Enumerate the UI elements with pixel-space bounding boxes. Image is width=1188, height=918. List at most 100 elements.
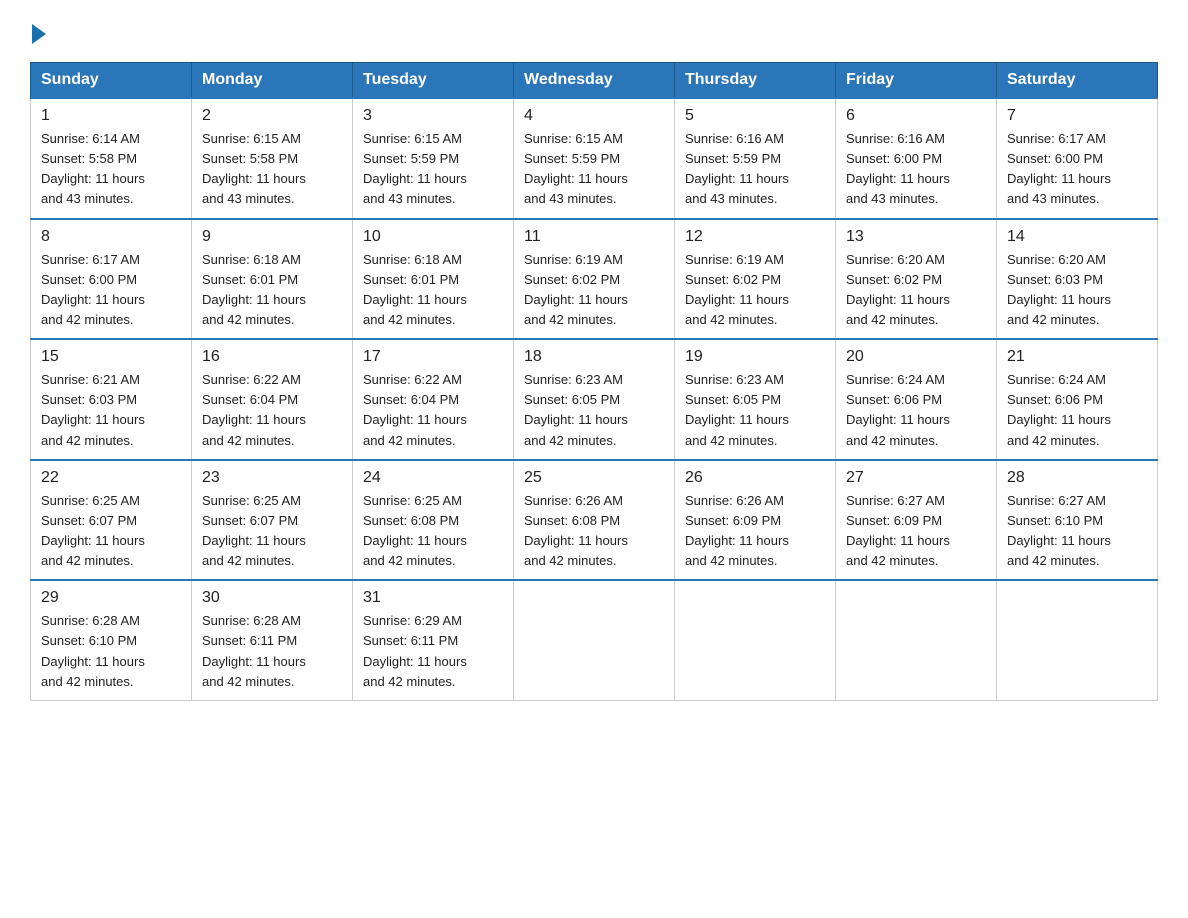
day-number: 19 <box>685 348 825 366</box>
day-info: Sunrise: 6:25 AMSunset: 6:07 PMDaylight:… <box>41 493 145 568</box>
day-number: 29 <box>41 589 181 607</box>
calendar-day-cell: 30 Sunrise: 6:28 AMSunset: 6:11 PMDaylig… <box>192 580 353 700</box>
calendar-day-cell: 10 Sunrise: 6:18 AMSunset: 6:01 PMDaylig… <box>353 219 514 340</box>
calendar-day-cell: 9 Sunrise: 6:18 AMSunset: 6:01 PMDayligh… <box>192 219 353 340</box>
day-info: Sunrise: 6:25 AMSunset: 6:08 PMDaylight:… <box>363 493 467 568</box>
day-number: 7 <box>1007 107 1147 125</box>
weekday-header-cell: Friday <box>836 63 997 99</box>
weekday-header-row: SundayMondayTuesdayWednesdayThursdayFrid… <box>31 63 1158 99</box>
calendar-week-row: 15 Sunrise: 6:21 AMSunset: 6:03 PMDaylig… <box>31 339 1158 460</box>
day-number: 28 <box>1007 469 1147 487</box>
day-number: 2 <box>202 107 342 125</box>
day-info: Sunrise: 6:19 AMSunset: 6:02 PMDaylight:… <box>685 252 789 327</box>
day-info: Sunrise: 6:19 AMSunset: 6:02 PMDaylight:… <box>524 252 628 327</box>
calendar-day-cell: 14 Sunrise: 6:20 AMSunset: 6:03 PMDaylig… <box>997 219 1158 340</box>
day-number: 9 <box>202 228 342 246</box>
calendar-day-cell: 11 Sunrise: 6:19 AMSunset: 6:02 PMDaylig… <box>514 219 675 340</box>
calendar-week-row: 1 Sunrise: 6:14 AMSunset: 5:58 PMDayligh… <box>31 98 1158 219</box>
calendar-day-cell: 15 Sunrise: 6:21 AMSunset: 6:03 PMDaylig… <box>31 339 192 460</box>
logo <box>30 20 46 44</box>
weekday-header-cell: Sunday <box>31 63 192 99</box>
day-info: Sunrise: 6:28 AMSunset: 6:10 PMDaylight:… <box>41 613 145 688</box>
day-info: Sunrise: 6:25 AMSunset: 6:07 PMDaylight:… <box>202 493 306 568</box>
day-number: 17 <box>363 348 503 366</box>
day-info: Sunrise: 6:20 AMSunset: 6:02 PMDaylight:… <box>846 252 950 327</box>
day-info: Sunrise: 6:18 AMSunset: 6:01 PMDaylight:… <box>202 252 306 327</box>
day-number: 10 <box>363 228 503 246</box>
day-info: Sunrise: 6:16 AMSunset: 6:00 PMDaylight:… <box>846 131 950 206</box>
day-number: 27 <box>846 469 986 487</box>
calendar-day-cell: 3 Sunrise: 6:15 AMSunset: 5:59 PMDayligh… <box>353 98 514 219</box>
day-number: 16 <box>202 348 342 366</box>
day-number: 3 <box>363 107 503 125</box>
day-number: 11 <box>524 228 664 246</box>
day-info: Sunrise: 6:23 AMSunset: 6:05 PMDaylight:… <box>524 372 628 447</box>
calendar-day-cell: 17 Sunrise: 6:22 AMSunset: 6:04 PMDaylig… <box>353 339 514 460</box>
day-number: 8 <box>41 228 181 246</box>
day-number: 22 <box>41 469 181 487</box>
calendar-week-row: 8 Sunrise: 6:17 AMSunset: 6:00 PMDayligh… <box>31 219 1158 340</box>
day-number: 1 <box>41 107 181 125</box>
day-info: Sunrise: 6:22 AMSunset: 6:04 PMDaylight:… <box>363 372 467 447</box>
calendar-week-row: 29 Sunrise: 6:28 AMSunset: 6:10 PMDaylig… <box>31 580 1158 700</box>
day-info: Sunrise: 6:26 AMSunset: 6:09 PMDaylight:… <box>685 493 789 568</box>
weekday-header-cell: Tuesday <box>353 63 514 99</box>
calendar-day-cell <box>836 580 997 700</box>
weekday-header-cell: Monday <box>192 63 353 99</box>
calendar-day-cell: 25 Sunrise: 6:26 AMSunset: 6:08 PMDaylig… <box>514 460 675 581</box>
calendar-day-cell: 19 Sunrise: 6:23 AMSunset: 6:05 PMDaylig… <box>675 339 836 460</box>
day-info: Sunrise: 6:27 AMSunset: 6:10 PMDaylight:… <box>1007 493 1111 568</box>
day-number: 18 <box>524 348 664 366</box>
day-info: Sunrise: 6:14 AMSunset: 5:58 PMDaylight:… <box>41 131 145 206</box>
day-number: 24 <box>363 469 503 487</box>
calendar-day-cell <box>997 580 1158 700</box>
day-info: Sunrise: 6:23 AMSunset: 6:05 PMDaylight:… <box>685 372 789 447</box>
calendar-day-cell: 29 Sunrise: 6:28 AMSunset: 6:10 PMDaylig… <box>31 580 192 700</box>
day-info: Sunrise: 6:24 AMSunset: 6:06 PMDaylight:… <box>1007 372 1111 447</box>
day-info: Sunrise: 6:20 AMSunset: 6:03 PMDaylight:… <box>1007 252 1111 327</box>
day-number: 30 <box>202 589 342 607</box>
calendar-day-cell <box>514 580 675 700</box>
calendar-day-cell: 31 Sunrise: 6:29 AMSunset: 6:11 PMDaylig… <box>353 580 514 700</box>
day-info: Sunrise: 6:15 AMSunset: 5:58 PMDaylight:… <box>202 131 306 206</box>
page-header <box>30 20 1158 44</box>
day-number: 25 <box>524 469 664 487</box>
day-info: Sunrise: 6:15 AMSunset: 5:59 PMDaylight:… <box>524 131 628 206</box>
day-info: Sunrise: 6:17 AMSunset: 6:00 PMDaylight:… <box>1007 131 1111 206</box>
logo-arrow-icon <box>32 24 46 44</box>
day-number: 21 <box>1007 348 1147 366</box>
calendar-day-cell: 13 Sunrise: 6:20 AMSunset: 6:02 PMDaylig… <box>836 219 997 340</box>
day-number: 5 <box>685 107 825 125</box>
calendar-day-cell: 12 Sunrise: 6:19 AMSunset: 6:02 PMDaylig… <box>675 219 836 340</box>
day-info: Sunrise: 6:27 AMSunset: 6:09 PMDaylight:… <box>846 493 950 568</box>
calendar-day-cell: 8 Sunrise: 6:17 AMSunset: 6:00 PMDayligh… <box>31 219 192 340</box>
day-number: 26 <box>685 469 825 487</box>
calendar-day-cell: 24 Sunrise: 6:25 AMSunset: 6:08 PMDaylig… <box>353 460 514 581</box>
day-info: Sunrise: 6:29 AMSunset: 6:11 PMDaylight:… <box>363 613 467 688</box>
day-number: 31 <box>363 589 503 607</box>
day-info: Sunrise: 6:21 AMSunset: 6:03 PMDaylight:… <box>41 372 145 447</box>
day-number: 6 <box>846 107 986 125</box>
calendar-day-cell: 22 Sunrise: 6:25 AMSunset: 6:07 PMDaylig… <box>31 460 192 581</box>
calendar-day-cell: 18 Sunrise: 6:23 AMSunset: 6:05 PMDaylig… <box>514 339 675 460</box>
weekday-header-cell: Wednesday <box>514 63 675 99</box>
day-number: 15 <box>41 348 181 366</box>
weekday-header-cell: Thursday <box>675 63 836 99</box>
calendar-day-cell: 5 Sunrise: 6:16 AMSunset: 5:59 PMDayligh… <box>675 98 836 219</box>
calendar-day-cell: 28 Sunrise: 6:27 AMSunset: 6:10 PMDaylig… <box>997 460 1158 581</box>
calendar-day-cell: 7 Sunrise: 6:17 AMSunset: 6:00 PMDayligh… <box>997 98 1158 219</box>
day-info: Sunrise: 6:18 AMSunset: 6:01 PMDaylight:… <box>363 252 467 327</box>
day-info: Sunrise: 6:24 AMSunset: 6:06 PMDaylight:… <box>846 372 950 447</box>
day-number: 13 <box>846 228 986 246</box>
day-info: Sunrise: 6:22 AMSunset: 6:04 PMDaylight:… <box>202 372 306 447</box>
day-number: 23 <box>202 469 342 487</box>
day-info: Sunrise: 6:26 AMSunset: 6:08 PMDaylight:… <box>524 493 628 568</box>
calendar-day-cell: 1 Sunrise: 6:14 AMSunset: 5:58 PMDayligh… <box>31 98 192 219</box>
day-number: 12 <box>685 228 825 246</box>
day-number: 20 <box>846 348 986 366</box>
calendar-day-cell: 26 Sunrise: 6:26 AMSunset: 6:09 PMDaylig… <box>675 460 836 581</box>
day-info: Sunrise: 6:15 AMSunset: 5:59 PMDaylight:… <box>363 131 467 206</box>
calendar-day-cell: 16 Sunrise: 6:22 AMSunset: 6:04 PMDaylig… <box>192 339 353 460</box>
weekday-header-cell: Saturday <box>997 63 1158 99</box>
calendar-day-cell: 2 Sunrise: 6:15 AMSunset: 5:58 PMDayligh… <box>192 98 353 219</box>
